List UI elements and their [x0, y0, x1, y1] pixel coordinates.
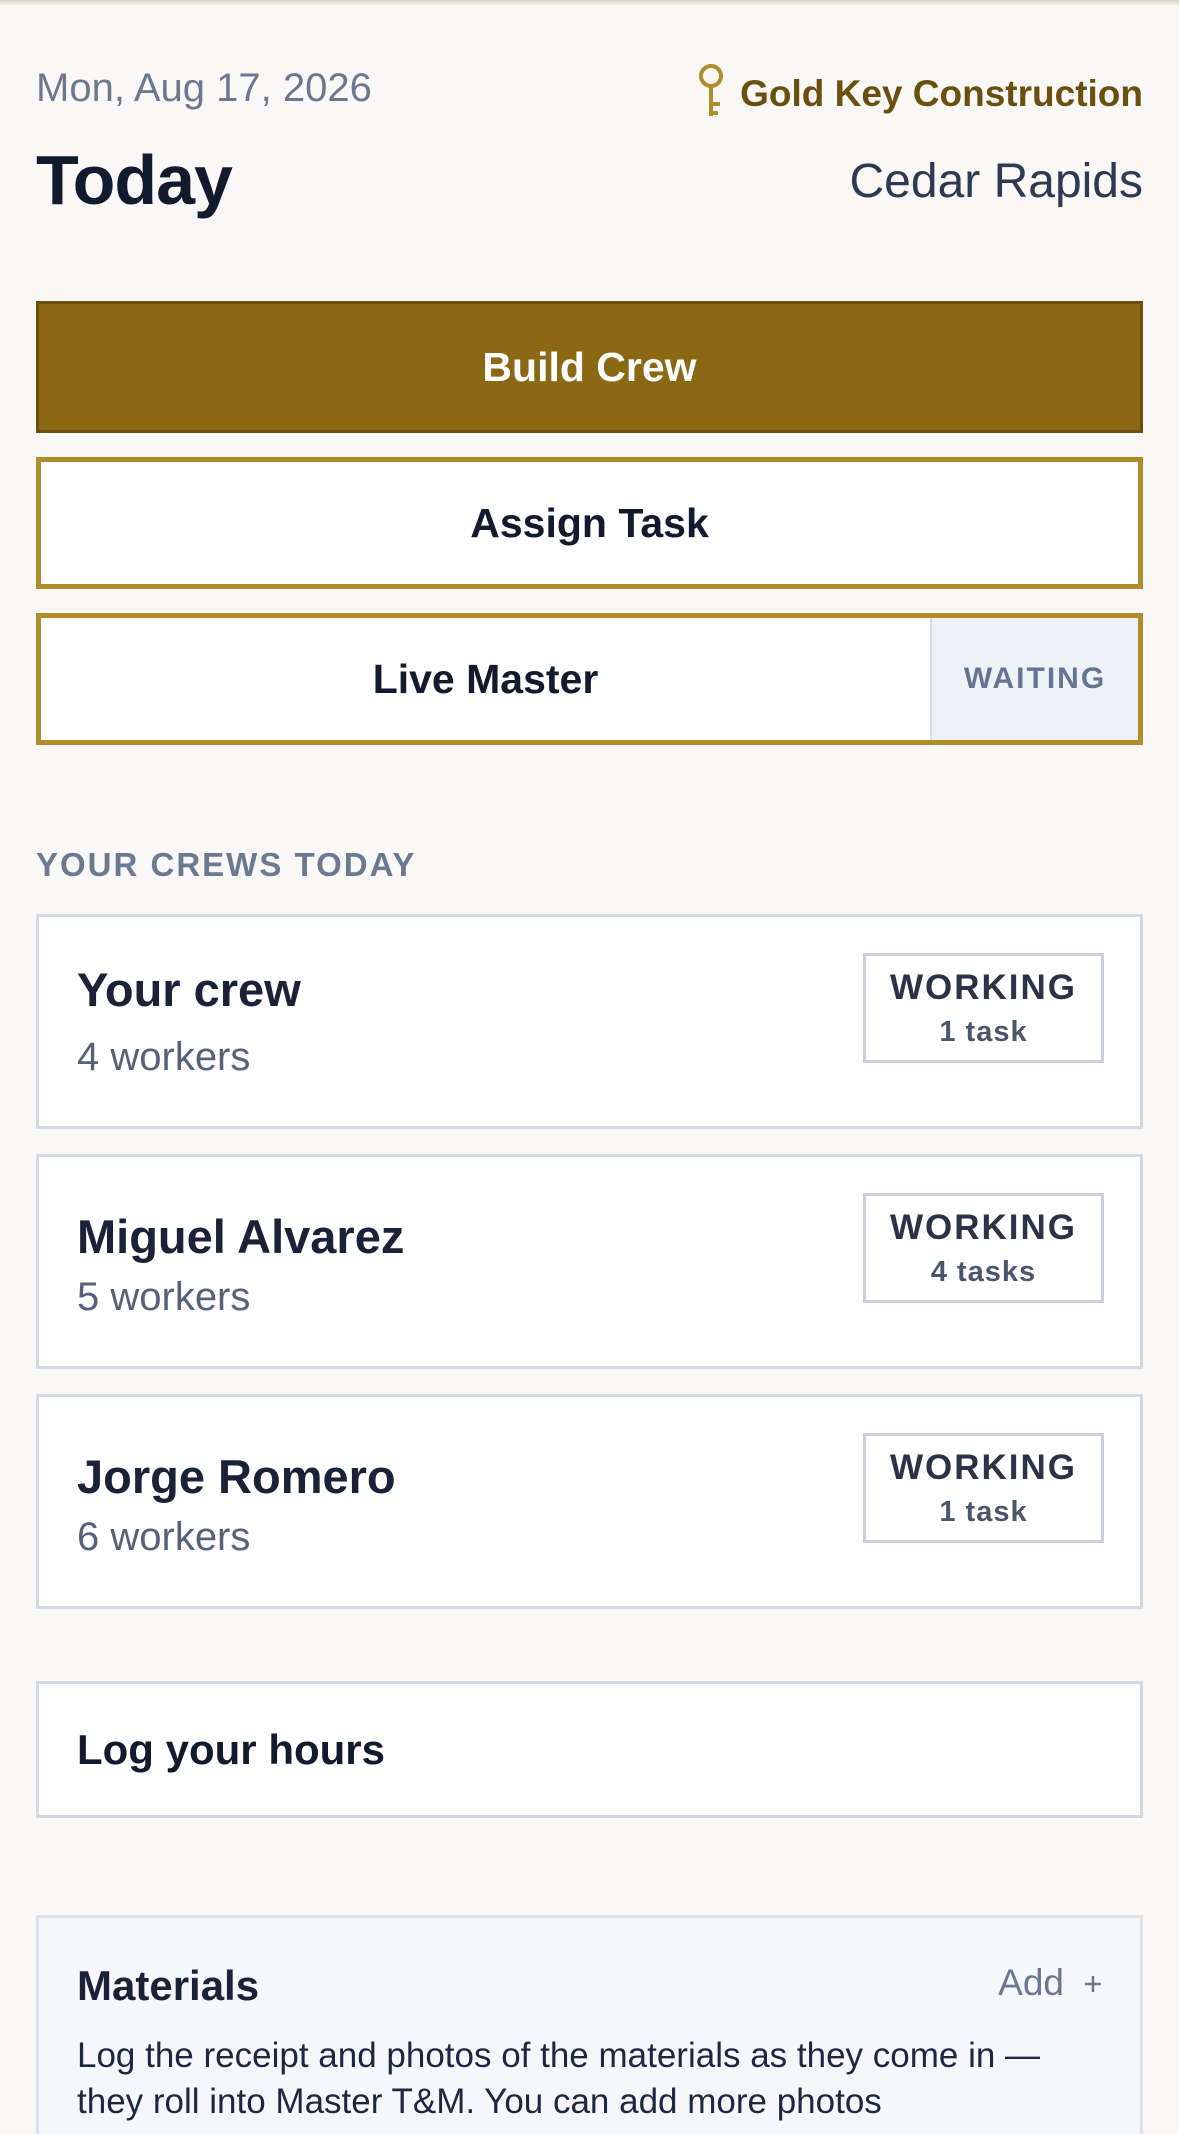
header: Mon, Aug 17, 2026 Gold Key Construction … — [36, 0, 1143, 300]
crew-status-badge: WORKING 4 tasks — [863, 1193, 1104, 1303]
materials-description: Log the receipt and photos of the materi… — [77, 2036, 1041, 2121]
crews-section-label: YOUR CREWS TODAY — [36, 846, 417, 883]
live-master-status-badge: WAITING — [930, 618, 1138, 740]
crew-status-badge: WORKING 1 task — [863, 953, 1104, 1063]
assign-task-button[interactable]: Assign Task — [36, 457, 1143, 589]
materials-card: Materials Add Log the receipt and photos… — [36, 1915, 1143, 2134]
crew-worker-count: 5 workers — [77, 1275, 251, 1319]
crew-task-count: 1 task — [939, 1015, 1028, 1048]
log-hours-button[interactable]: Log your hours — [36, 1681, 1143, 1818]
crew-task-count: 1 task — [939, 1495, 1028, 1528]
brand-name: Gold Key Construction — [740, 72, 1143, 114]
live-master-button[interactable]: Live Master WAITING — [36, 613, 1143, 745]
today-screen: Mon, Aug 17, 2026 Gold Key Construction … — [36, 0, 1143, 2134]
crew-worker-count: 6 workers — [77, 1515, 251, 1559]
crew-worker-count: 4 workers — [77, 1035, 251, 1079]
crew-card[interactable]: Miguel Alvarez 5 workers WORKING 4 tasks — [36, 1154, 1143, 1369]
crew-card[interactable]: Jorge Romero 6 workers WORKING 1 task — [36, 1394, 1143, 1609]
build-crew-button[interactable]: Build Crew — [36, 301, 1143, 433]
brand: Gold Key Construction — [696, 62, 1143, 125]
crew-status-badge: WORKING 1 task — [863, 1433, 1104, 1543]
crew-task-count: 4 tasks — [930, 1255, 1037, 1288]
crew-status: WORKING — [889, 1447, 1078, 1487]
page-title: Today — [36, 141, 233, 219]
crew-status: WORKING — [889, 1207, 1078, 1247]
materials-title: Materials — [77, 1962, 260, 2009]
location-label: Cedar Rapids — [849, 155, 1143, 208]
materials-add-button[interactable]: Add — [998, 1962, 1104, 2004]
live-master-label: Live Master — [372, 655, 599, 702]
crew-name: Miguel Alvarez — [77, 1210, 405, 1263]
current-date: Mon, Aug 17, 2026 — [36, 66, 372, 110]
crew-name: Jorge Romero — [77, 1450, 396, 1503]
materials-add-label: Add — [998, 1962, 1064, 2003]
key-icon — [696, 62, 726, 125]
crew-name: Your crew — [77, 963, 301, 1016]
plus-icon — [1082, 1962, 1104, 2004]
crew-status: WORKING — [889, 967, 1078, 1007]
crew-card[interactable]: Your crew 4 workers WORKING 1 task — [36, 914, 1143, 1129]
